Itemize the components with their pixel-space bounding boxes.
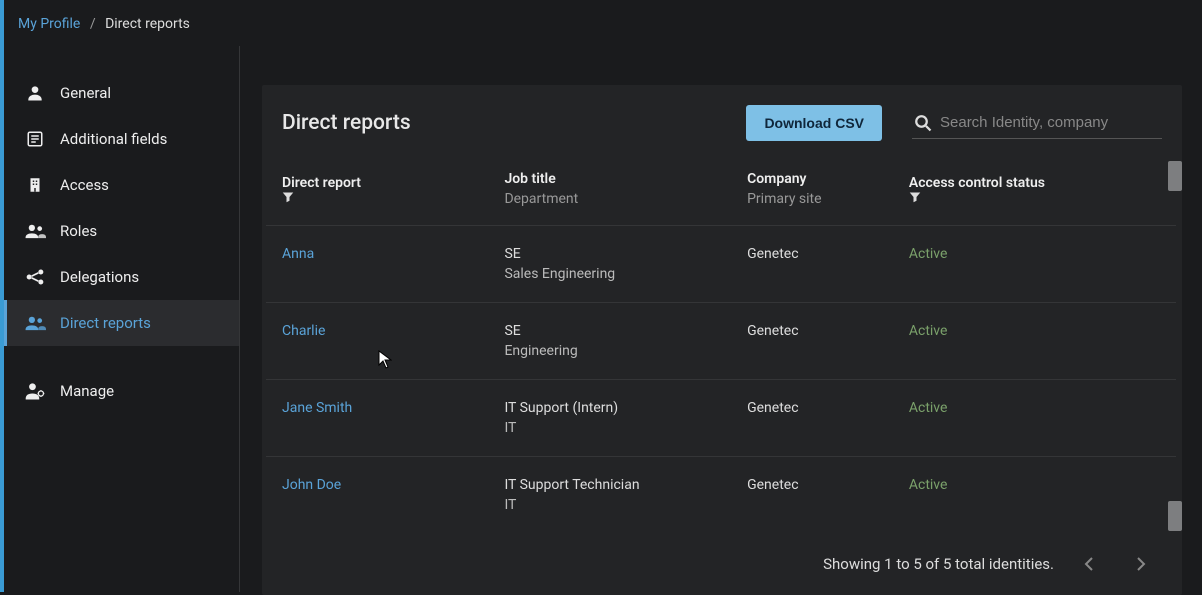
- breadcrumb-separator: /: [90, 16, 96, 32]
- table-row[interactable]: Jane Smith IT Support (Intern) IT Genetec…: [266, 380, 1176, 457]
- building-icon: [24, 174, 46, 196]
- person-icon: [24, 82, 46, 104]
- col-header-sublabel: Primary site: [747, 191, 877, 207]
- report-name-link[interactable]: Jane Smith: [282, 400, 352, 416]
- company: Genetec: [747, 400, 798, 416]
- job-title: SE: [504, 323, 520, 339]
- report-name-link[interactable]: John Doe: [282, 477, 341, 493]
- status-badge: Active: [909, 246, 948, 262]
- col-direct-report[interactable]: Direct report: [266, 155, 488, 226]
- direct-reports-panel: Direct reports Download CSV Direct repor…: [262, 85, 1182, 595]
- search-input[interactable]: [940, 114, 1160, 131]
- search-icon: [914, 114, 932, 132]
- col-access-status[interactable]: Access control status: [893, 155, 1176, 226]
- person-gear-icon: [24, 380, 46, 402]
- sidebar-item-additional-fields[interactable]: Additional fields: [4, 116, 239, 162]
- sidebar: General Additional fields Access Roles D…: [4, 46, 240, 592]
- sidebar-item-manage[interactable]: Manage: [4, 368, 239, 414]
- sidebar-item-delegations[interactable]: Delegations: [4, 254, 239, 300]
- sidebar-item-label: Direct reports: [60, 314, 151, 332]
- table-footer: Showing 1 to 5 of 5 total identities.: [262, 533, 1182, 595]
- department: Engineering: [504, 343, 715, 359]
- group-icon: [24, 220, 46, 242]
- share-icon: [24, 266, 46, 288]
- breadcrumb-current: Direct reports: [105, 16, 190, 32]
- status-badge: Active: [909, 400, 948, 416]
- sidebar-item-direct-reports[interactable]: Direct reports: [4, 300, 239, 346]
- pagination-summary: Showing 1 to 5 of 5 total identities.: [823, 555, 1054, 573]
- table-area: Direct report Job title Department Compa…: [262, 155, 1182, 533]
- panel-title: Direct reports: [282, 111, 411, 135]
- col-header-label: Access control status: [909, 175, 1045, 191]
- main-content: Direct reports Download CSV Direct repor…: [240, 45, 1200, 595]
- col-header-label: Company: [747, 171, 806, 187]
- reports-table: Direct report Job title Department Compa…: [266, 155, 1176, 533]
- status-badge: Active: [909, 477, 948, 493]
- sidebar-item-general[interactable]: General: [4, 70, 239, 116]
- next-page-button[interactable]: [1124, 547, 1158, 581]
- scroll-thumb-top[interactable]: [1168, 161, 1182, 191]
- department: Sales Engineering: [504, 266, 715, 282]
- company: Genetec: [747, 477, 798, 493]
- table-row[interactable]: John Doe IT Support Technician IT Genetec…: [266, 457, 1176, 534]
- group-icon: [24, 312, 46, 334]
- filter-icon[interactable]: [909, 191, 1160, 203]
- report-name-link[interactable]: Charlie: [282, 323, 325, 339]
- sidebar-item-label: Manage: [60, 382, 114, 400]
- table-row[interactable]: Anna SE Sales Engineering Genetec Active: [266, 226, 1176, 303]
- scrollbar[interactable]: [1168, 161, 1182, 531]
- department: IT: [504, 497, 715, 513]
- col-header-label: Direct report: [282, 175, 361, 191]
- col-header-sublabel: Department: [504, 191, 715, 207]
- sidebar-item-roles[interactable]: Roles: [4, 208, 239, 254]
- company: Genetec: [747, 246, 798, 262]
- col-company[interactable]: Company Primary site: [731, 155, 893, 226]
- download-csv-button[interactable]: Download CSV: [746, 105, 882, 141]
- table-row[interactable]: Charlie SE Engineering Genetec Active: [266, 303, 1176, 380]
- sidebar-item-label: Delegations: [60, 268, 139, 286]
- form-icon: [24, 128, 46, 150]
- filter-icon[interactable]: [282, 191, 472, 203]
- status-badge: Active: [909, 323, 948, 339]
- panel-header: Direct reports Download CSV: [262, 85, 1182, 155]
- report-name-link[interactable]: Anna: [282, 246, 314, 262]
- col-job-title[interactable]: Job title Department: [488, 155, 731, 226]
- prev-page-button[interactable]: [1072, 547, 1106, 581]
- scroll-thumb-bottom[interactable]: [1168, 501, 1182, 531]
- sidebar-item-access[interactable]: Access: [4, 162, 239, 208]
- search-wrapper[interactable]: [912, 108, 1162, 139]
- job-title: IT Support Technician: [504, 477, 639, 493]
- col-header-label: Job title: [504, 171, 555, 187]
- job-title: SE: [504, 246, 520, 262]
- sidebar-item-label: General: [60, 84, 111, 102]
- sidebar-item-label: Roles: [60, 222, 97, 240]
- sidebar-item-label: Access: [60, 176, 109, 194]
- breadcrumb: My Profile / Direct reports: [18, 16, 190, 32]
- department: IT: [504, 420, 715, 436]
- breadcrumb-root[interactable]: My Profile: [18, 16, 80, 32]
- job-title: IT Support (Intern): [504, 400, 618, 416]
- company: Genetec: [747, 323, 798, 339]
- sidebar-item-label: Additional fields: [60, 130, 167, 148]
